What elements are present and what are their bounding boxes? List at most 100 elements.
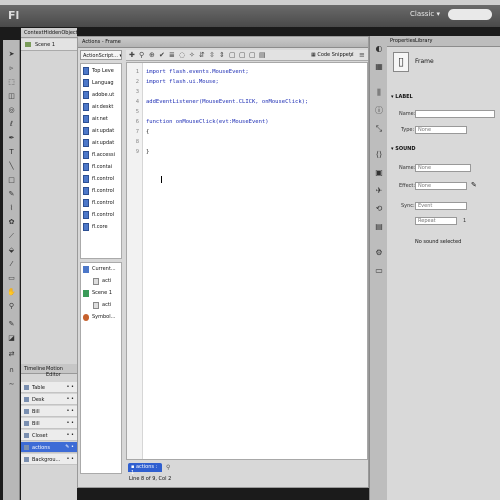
- layer-visibility-dots[interactable]: • •: [67, 420, 75, 426]
- align-panel-icon[interactable]: ⫼: [374, 88, 384, 98]
- snap-to-objects-icon[interactable]: ∩: [6, 366, 17, 374]
- timeline-layer[interactable]: Bill • •: [21, 418, 77, 429]
- label-type-select[interactable]: None: [415, 126, 467, 134]
- 3d-rotation-tool-icon[interactable]: ◎: [6, 106, 17, 114]
- text-tool-icon[interactable]: T: [6, 148, 17, 156]
- frame-name-input[interactable]: [415, 110, 495, 118]
- code-line[interactable]: function onMouseClick(evt:MouseEvent): [146, 119, 269, 127]
- repeat-select[interactable]: Repeat: [415, 217, 457, 225]
- code-line[interactable]: {: [146, 129, 149, 137]
- actions-panel-icon[interactable]: ⚙: [374, 248, 384, 258]
- repeat-count[interactable]: 1: [463, 218, 466, 224]
- sound-section-header[interactable]: ▾ SOUND: [391, 146, 416, 152]
- script-navigator[interactable]: Current... acti Scene 1 acti Symbol...: [80, 262, 122, 474]
- layer-visibility-dots[interactable]: • •: [67, 408, 75, 414]
- code-line[interactable]: }: [146, 149, 149, 157]
- debug-icon[interactable]: ✧: [189, 51, 195, 59]
- code-line[interactable]: import flash.ui.Mouse;: [146, 79, 219, 87]
- list-item[interactable]: fl.control: [83, 186, 121, 198]
- list-item[interactable]: fl.control: [83, 210, 121, 222]
- list-item[interactable]: fl.control: [83, 198, 121, 210]
- list-item[interactable]: air.net: [83, 114, 121, 126]
- timeline-layer-selected[interactable]: actions ✎ •: [21, 442, 77, 453]
- timeline-layer[interactable]: Closet • •: [21, 430, 77, 441]
- tab-properties[interactable]: Properties: [390, 38, 415, 44]
- document-tab[interactable]: ContextHiddenObjectGame: [21, 28, 77, 38]
- tab-motion-editor[interactable]: Motion Editor: [46, 366, 77, 378]
- sound-name-select[interactable]: None: [415, 164, 471, 172]
- sound-effect-select[interactable]: None: [415, 182, 467, 190]
- line-tool-icon[interactable]: ╲: [6, 162, 17, 170]
- project-panel-icon[interactable]: ▤: [374, 222, 384, 232]
- swap-colors-icon[interactable]: ⇄: [6, 350, 17, 358]
- block-comment-icon[interactable]: ▢: [229, 51, 236, 59]
- list-item[interactable]: adobe.ut: [83, 90, 121, 102]
- fill-color-icon[interactable]: ◪: [6, 334, 17, 342]
- selection-tool-icon[interactable]: ➤: [6, 50, 17, 58]
- target-path-icon[interactable]: ⊕: [149, 51, 155, 59]
- eraser-tool-icon[interactable]: ▭: [6, 274, 17, 282]
- rectangle-tool-icon[interactable]: □: [6, 176, 17, 184]
- code-hint-icon[interactable]: ◌: [179, 51, 185, 59]
- components-panel-icon[interactable]: ▣: [374, 168, 384, 178]
- pencil-tool-icon[interactable]: ✎: [6, 190, 17, 198]
- paint-bucket-tool-icon[interactable]: ⬙: [6, 246, 17, 254]
- code-snippets-panel-icon[interactable]: ⟨⟩: [374, 150, 384, 160]
- layer-visibility-dots[interactable]: • •: [67, 432, 75, 438]
- history-panel-icon[interactable]: ⟲: [374, 204, 384, 214]
- pin-script-icon[interactable]: ⚲: [166, 464, 170, 471]
- pen-tool-icon[interactable]: ✒: [6, 134, 17, 142]
- check-syntax-icon[interactable]: ✔: [159, 51, 165, 59]
- list-item[interactable]: fl.control: [83, 174, 121, 186]
- label-section-header[interactable]: ▾ LABEL: [391, 94, 413, 100]
- tab-library[interactable]: Library: [415, 38, 432, 44]
- motion-presets-icon[interactable]: ✈: [374, 186, 384, 196]
- output-panel-icon[interactable]: ▭: [374, 266, 384, 276]
- edit-pencil-icon[interactable]: ✎: [471, 181, 477, 189]
- gradient-tool-icon[interactable]: ◫: [6, 92, 17, 100]
- brush-tool-icon[interactable]: ⌇: [6, 204, 17, 212]
- timeline-layer[interactable]: Bill • •: [21, 406, 77, 417]
- sound-sync-select[interactable]: Event: [415, 202, 467, 210]
- color-panel-icon[interactable]: ◐: [374, 44, 384, 54]
- auto-format-icon[interactable]: ≣: [169, 51, 175, 59]
- free-transform-tool-icon[interactable]: ⬚: [6, 78, 17, 86]
- timeline-layer[interactable]: Table • •: [21, 382, 77, 393]
- list-item[interactable]: fl.accessi: [83, 150, 121, 162]
- transform-panel-icon[interactable]: ⤡: [374, 124, 384, 134]
- actions-library-list[interactable]: Top Leve Languag adobe.ut air.deskt air.…: [80, 63, 122, 259]
- timeline-layer[interactable]: Desk • •: [21, 394, 77, 405]
- collapse-selection-icon[interactable]: ⇳: [209, 51, 215, 59]
- bone-tool-icon[interactable]: ⟋: [6, 232, 17, 240]
- actionscript-version-dropdown[interactable]: ActionScript... ▾: [80, 50, 122, 60]
- line-comment-icon[interactable]: ▢: [239, 51, 246, 59]
- hand-tool-icon[interactable]: ✋: [6, 288, 17, 296]
- list-item[interactable]: Top Leve: [83, 66, 121, 78]
- expand-all-icon[interactable]: ⇕: [219, 51, 225, 59]
- list-item[interactable]: air.updat: [83, 126, 121, 138]
- script-tab-actions[interactable]: ▪ actions : 1: [128, 463, 162, 476]
- eyedropper-tool-icon[interactable]: ⁄: [6, 260, 17, 268]
- list-item[interactable]: fl.contai: [83, 162, 121, 174]
- smooth-icon[interactable]: ∼: [6, 380, 17, 388]
- wand-icon[interactable]: ⁄: [351, 51, 352, 59]
- code-snippets-button[interactable]: ▦ Code Snippets: [311, 52, 353, 58]
- collapse-between-icon[interactable]: ⇵: [199, 51, 205, 59]
- layer-visibility-dots[interactable]: • •: [67, 384, 75, 390]
- deco-tool-icon[interactable]: ✿: [6, 218, 17, 226]
- tab-timeline[interactable]: Timeline: [24, 366, 45, 372]
- pencil-icon[interactable]: ✎ •: [65, 444, 74, 450]
- stroke-color-icon[interactable]: ✎: [6, 320, 17, 328]
- code-line[interactable]: import flash.events.MouseEvent;: [146, 69, 249, 77]
- panel-menu-icon[interactable]: ≡: [359, 51, 365, 59]
- find-icon[interactable]: ⚲: [139, 51, 144, 59]
- swatches-panel-icon[interactable]: ▦: [374, 62, 384, 72]
- actions-panel-title[interactable]: Actions - Frame: [78, 37, 368, 48]
- layer-visibility-dots[interactable]: • •: [67, 456, 75, 462]
- zoom-tool-icon[interactable]: ⚲: [6, 302, 17, 310]
- code-line[interactable]: addEventListener(MouseEvent.CLICK, onMou…: [146, 99, 308, 107]
- script-editor[interactable]: 1 2 3 4 5 6 7 8 9 import flash.events.Mo…: [126, 62, 368, 460]
- add-statement-icon[interactable]: ✚: [129, 51, 135, 59]
- list-item[interactable]: Languag: [83, 78, 121, 90]
- list-item[interactable]: air.deskt: [83, 102, 121, 114]
